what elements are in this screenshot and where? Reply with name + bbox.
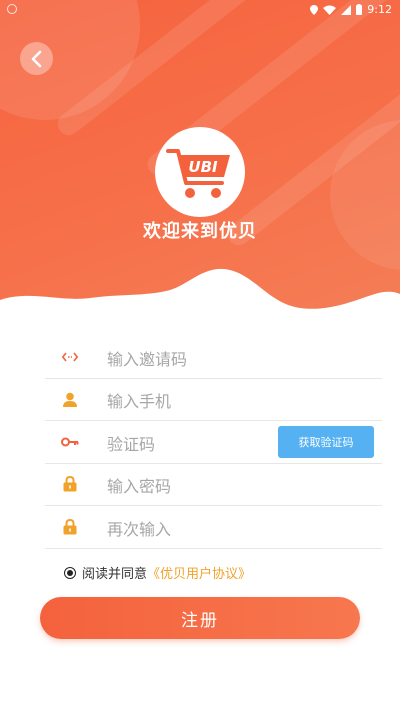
agreement-row: 阅读并同意 《优贝用户协议》 <box>64 563 251 582</box>
password-placeholder: 输入密码 <box>107 477 172 496</box>
lock-icon <box>59 476 81 492</box>
status-time: 9:12 <box>367 3 392 16</box>
location-icon <box>310 4 319 15</box>
agreement-prefix: 阅读并同意 <box>82 567 148 582</box>
person-icon <box>59 392 81 407</box>
agreement-radio[interactable] <box>64 566 76 579</box>
signal-icon <box>341 4 352 15</box>
password-repeat-placeholder: 再次输入 <box>107 520 172 539</box>
phone-placeholder: 输入手机 <box>107 392 172 411</box>
invite-code-field[interactable]: 输入邀请码 <box>45 336 382 379</box>
header-wave <box>0 268 400 330</box>
lock-icon <box>59 519 81 535</box>
app-logo: UBI <box>155 127 245 217</box>
battery-icon <box>356 4 363 15</box>
status-bar: 9:12 <box>0 0 400 20</box>
register-button[interactable]: 注册 <box>40 597 360 639</box>
notification-icon <box>7 4 17 14</box>
key-icon <box>59 437 81 447</box>
verify-code-placeholder: 验证码 <box>107 435 156 454</box>
logo-text: UBI <box>188 158 218 176</box>
password-field[interactable]: 输入密码 <box>45 463 382 506</box>
welcome-title: 欢迎来到优贝 <box>143 221 257 242</box>
password-repeat-field[interactable]: 再次输入 <box>45 506 382 549</box>
get-code-button[interactable]: 获取验证码 <box>278 426 374 458</box>
back-button[interactable] <box>20 42 53 75</box>
phone-field[interactable]: 输入手机 <box>45 378 382 421</box>
agreement-link[interactable]: 《优贝用户协议》 <box>147 563 251 582</box>
invite-code-placeholder: 输入邀请码 <box>107 350 188 369</box>
wifi-icon <box>323 5 337 15</box>
verify-code-field[interactable]: 验证码 获取验证码 <box>45 421 382 464</box>
chevron-left-icon <box>31 50 41 67</box>
shopping-cart-logo-icon: UBI <box>166 149 230 198</box>
link-arrows-icon <box>59 352 81 362</box>
